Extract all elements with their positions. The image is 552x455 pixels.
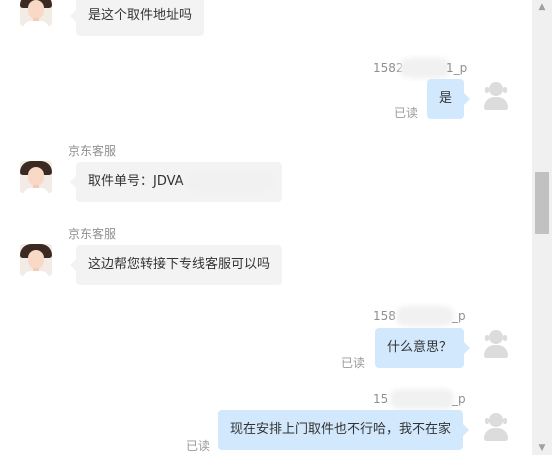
- user-headset-icon: [481, 80, 511, 110]
- message-bubble-user: 现在安排上门取件也不行哈，我不在家: [218, 410, 470, 450]
- sender-name: 158: [373, 309, 396, 323]
- message-text: 是: [439, 91, 453, 106]
- redacted-text: [190, 176, 270, 188]
- message-bubble-agent: 是这个取件地址吗: [69, 0, 205, 36]
- message-bubble-agent: 这边帮您转接下专线客服可以吗: [69, 245, 283, 285]
- sender-name-suffix: _p: [452, 392, 466, 406]
- message-bubble-user: 是: [427, 79, 471, 119]
- redacted-text: [394, 393, 450, 405]
- message-text: 现在安排上门取件也不行哈，我不在家: [230, 422, 452, 437]
- agent-avatar: [20, 0, 52, 26]
- agent-avatar: [20, 161, 52, 193]
- message-text: 什么意思？: [387, 340, 453, 355]
- scroll-up-arrow[interactable]: ▲: [532, 0, 552, 14]
- message-text: 是这个取件地址吗: [88, 8, 193, 23]
- user-headset-icon: [481, 328, 511, 358]
- scrollbar-thumb[interactable]: [535, 172, 549, 234]
- read-status: 已读: [341, 356, 366, 370]
- sender-name: 15: [373, 392, 389, 406]
- message-text: 取件单号：JDVA: [88, 174, 184, 189]
- redacted-text: [404, 62, 446, 74]
- message-text: 这边帮您转接下专线客服可以吗: [88, 257, 271, 272]
- vertical-scrollbar[interactable]: ▲ ▼: [532, 0, 552, 455]
- agent-avatar: [20, 244, 52, 276]
- sender-name: 京东客服: [68, 144, 117, 158]
- sender-name-suffix: _p: [452, 309, 466, 323]
- message-bubble-user: 什么意思？: [375, 328, 471, 368]
- sender-name-suffix: 1_p: [446, 61, 468, 75]
- user-headset-icon: [481, 411, 511, 441]
- read-status: 已读: [394, 106, 419, 120]
- chat-message-list: 是这个取件地址吗 1582 1_p 是 已读 京东客服 取件单号：JDVA 京东…: [0, 0, 532, 455]
- read-status: 已读: [186, 439, 211, 453]
- scroll-down-arrow[interactable]: ▼: [532, 441, 552, 455]
- sender-name: 1582: [373, 61, 404, 75]
- redacted-text: [400, 310, 450, 322]
- sender-name: 京东客服: [68, 227, 117, 241]
